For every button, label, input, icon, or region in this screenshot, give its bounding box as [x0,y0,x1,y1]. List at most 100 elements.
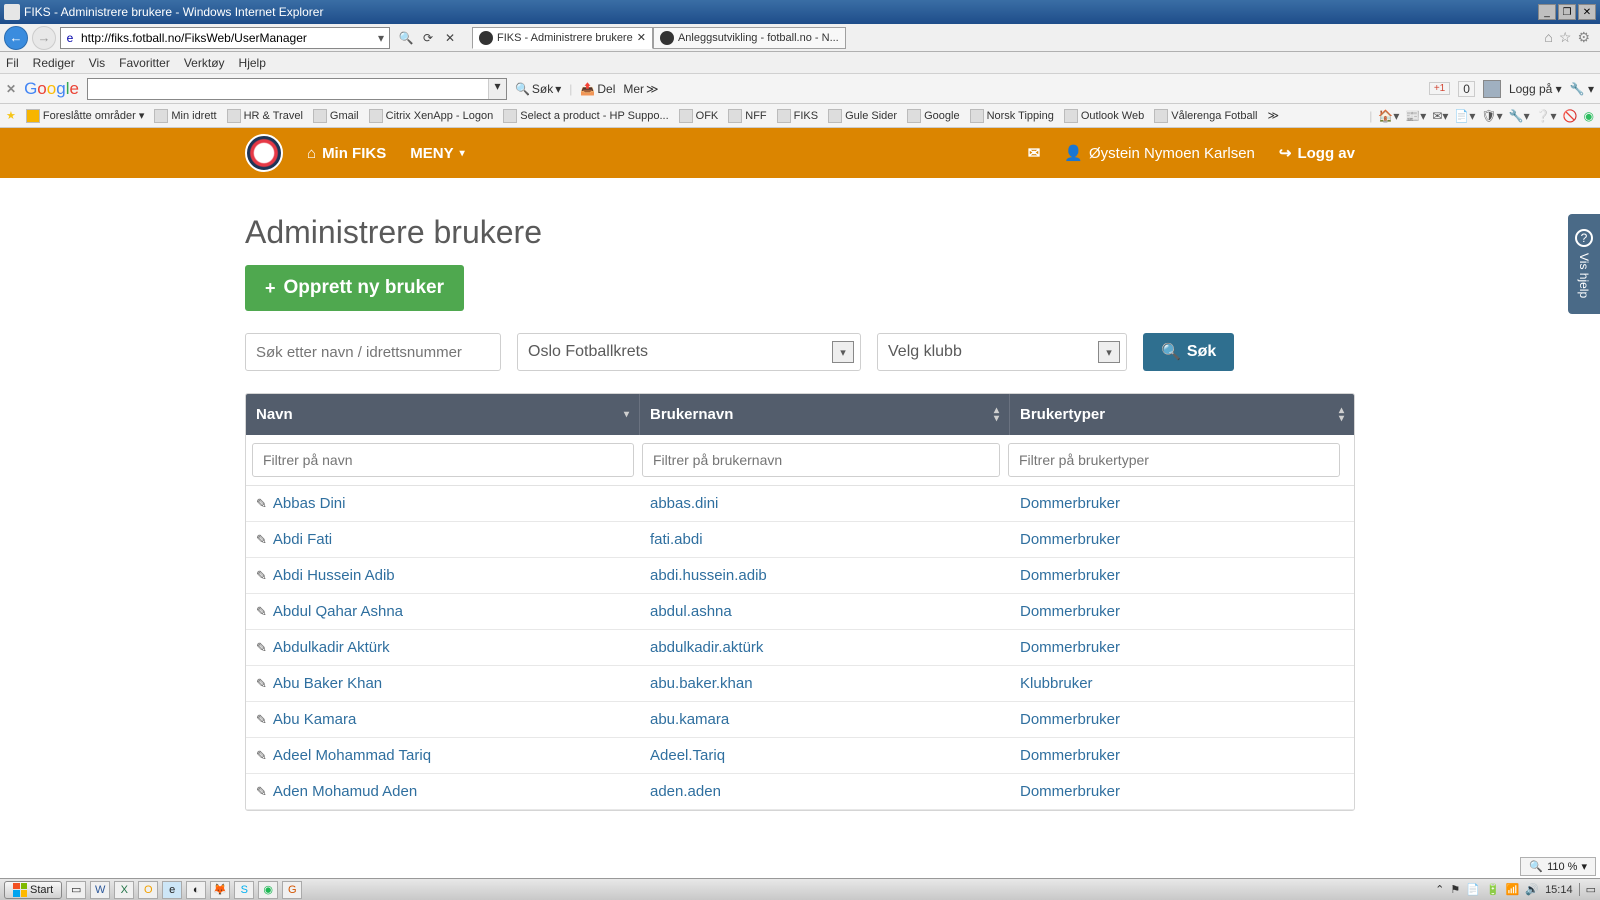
google-search-dropdown-icon[interactable]: ▾ [488,79,506,99]
excel-icon[interactable]: X [114,881,134,899]
restore-button[interactable]: ❐ [1558,4,1576,20]
create-user-button[interactable]: + Opprett ny bruker [245,265,464,311]
google-share-button[interactable]: 📤 Del [580,82,615,96]
address-dropdown-icon[interactable]: ▾ [373,31,389,45]
volume-icon[interactable]: 🔊 [1525,883,1539,896]
back-button[interactable]: ← [4,26,28,50]
browser-tab[interactable]: Anleggsutvikling - fotball.no - N... [653,27,846,49]
app-icon[interactable]: G [282,881,302,899]
col-brukernavn[interactable]: Brukernavn▴▾ [640,394,1010,435]
toolbar-page-icon[interactable]: 📄▾ [1454,109,1475,123]
stop-icon[interactable]: ✕ [440,28,460,48]
edit-icon[interactable]: ✎ [256,784,267,799]
user-name-link[interactable]: Aden Mohamud Aden [273,783,417,800]
google-search-button[interactable]: 🔍 Søk ▾ [515,82,561,96]
toolbar-mail-icon[interactable]: ✉▾ [1432,109,1448,123]
search-button[interactable]: 🔍 Søk [1143,333,1234,371]
username-link[interactable]: abu.baker.khan [650,675,753,692]
edit-icon[interactable]: ✎ [256,748,267,763]
minimize-button[interactable]: _ [1538,4,1556,20]
username-link[interactable]: abdul.ashna [650,603,732,620]
favorite-link[interactable]: Gule Sider [828,109,897,123]
filter-brukernavn-input[interactable] [642,443,1000,477]
menu-favoritter[interactable]: Favoritter [119,56,170,70]
chrome-icon[interactable]: ◐ [186,881,206,899]
user-menu[interactable]: 👤 Øystein Nymoen Karlsen [1064,144,1255,162]
favorite-link[interactable]: Select a product - HP Suppo... [503,109,668,123]
forward-button[interactable]: → [32,26,56,50]
user-name-link[interactable]: Abbas Dini [273,495,346,512]
mail-icon[interactable]: ✉ [1028,144,1041,162]
usertype-link[interactable]: Klubbruker [1020,675,1093,692]
usertype-link[interactable]: Dommerbruker [1020,531,1120,548]
edit-icon[interactable]: ✎ [256,712,267,727]
tools-gear-icon[interactable]: ⚙ [1577,29,1590,46]
usertype-link[interactable]: Dommerbruker [1020,567,1120,584]
username-link[interactable]: abbas.dini [650,495,718,512]
wrench-icon[interactable]: 🔧 ▾ [1570,82,1594,96]
suggested-sites-button[interactable]: Foreslåtte områder ▾ [26,109,144,123]
toolbar-help-icon[interactable]: ❔▾ [1536,109,1557,123]
home-icon[interactable]: ⌂ [1544,29,1552,46]
favorites-star-icon[interactable]: ☆ [1559,29,1572,46]
krets-select[interactable]: Oslo Fotballkrets ▾ [517,333,861,371]
favorite-link[interactable]: Gmail [313,109,359,123]
username-link[interactable]: aden.aden [650,783,721,800]
search-input[interactable] [245,333,501,371]
outlook-icon[interactable]: O [138,881,158,899]
close-window-button[interactable]: ✕ [1578,4,1596,20]
user-name-link[interactable]: Abu Baker Khan [273,675,382,692]
usertype-link[interactable]: Dommerbruker [1020,639,1120,656]
favorite-link[interactable]: Google [907,109,959,123]
toolbar-home-icon[interactable]: 🏠▾ [1378,109,1399,123]
google-login-button[interactable]: Logg på ▾ [1509,82,1562,96]
toolbar-block-icon[interactable]: 🚫 [1563,109,1578,123]
col-brukertyper[interactable]: Brukertyper▴▾ [1010,394,1354,435]
username-link[interactable]: abu.kamara [650,711,729,728]
col-navn[interactable]: Navn▾ [246,394,640,435]
username-link[interactable]: Adeel.Tariq [650,747,725,764]
user-name-link[interactable]: Abu Kamara [273,711,356,728]
favorite-link[interactable]: Outlook Web [1064,109,1144,123]
edit-icon[interactable]: ✎ [256,676,267,691]
nff-logo[interactable] [245,134,283,172]
clock[interactable]: 15:14 [1545,884,1573,896]
usertype-link[interactable]: Dommerbruker [1020,495,1120,512]
address-bar[interactable]: e ▾ [60,27,390,49]
menu-rediger[interactable]: Rediger [33,56,75,70]
user-name-link[interactable]: Abdul Qahar Ashna [273,603,403,620]
explorer-task-icon[interactable]: e [162,881,182,899]
klubb-select[interactable]: Velg klubb ▾ [877,333,1127,371]
refresh-icon[interactable]: ⟳ [418,28,438,48]
spotify-icon[interactable]: ◉ [258,881,278,899]
firefox-icon[interactable]: 🦊 [210,881,230,899]
close-tab-icon[interactable]: ✕ [637,31,646,44]
favorites-overflow-icon[interactable]: ≫ [1267,109,1279,122]
edit-icon[interactable]: ✎ [256,640,267,655]
toolbar-safety-icon[interactable]: 🛡▾ [1481,109,1502,123]
start-button[interactable]: Start [4,881,62,899]
toolbar-close-icon[interactable]: ✕ [6,82,16,96]
edit-icon[interactable]: ✎ [256,568,267,583]
min-fiks-link[interactable]: ⌂ Min FIKS [307,145,386,162]
show-desktop-icon[interactable]: ▭ [66,881,86,899]
google-search-box[interactable]: ▾ [87,78,507,100]
user-name-link[interactable]: Abdi Fati [273,531,332,548]
skype-icon[interactable]: S [234,881,254,899]
edit-icon[interactable]: ✎ [256,604,267,619]
toolbar-tools-icon[interactable]: 🔧▾ [1509,109,1530,123]
favorite-link[interactable]: FIKS [777,109,818,123]
plusone-button[interactable]: +1 [1429,82,1450,95]
toolbar-feed-icon[interactable]: 📰▾ [1405,109,1426,123]
edit-icon[interactable]: ✎ [256,496,267,511]
favorite-link[interactable]: HR & Travel [227,109,303,123]
usertype-link[interactable]: Dommerbruker [1020,783,1120,800]
usertype-link[interactable]: Dommerbruker [1020,603,1120,620]
favorite-link[interactable]: Citrix XenApp - Logon [369,109,494,123]
favorite-link[interactable]: Vålerenga Fotball [1154,109,1257,123]
username-link[interactable]: abdulkadir.aktürk [650,639,763,656]
username-link[interactable]: abdi.hussein.adib [650,567,767,584]
menu-fil[interactable]: Fil [6,56,19,70]
logout-link[interactable]: ↪ Logg av [1279,144,1355,162]
show-desktop-edge[interactable]: ▭ [1579,883,1596,896]
